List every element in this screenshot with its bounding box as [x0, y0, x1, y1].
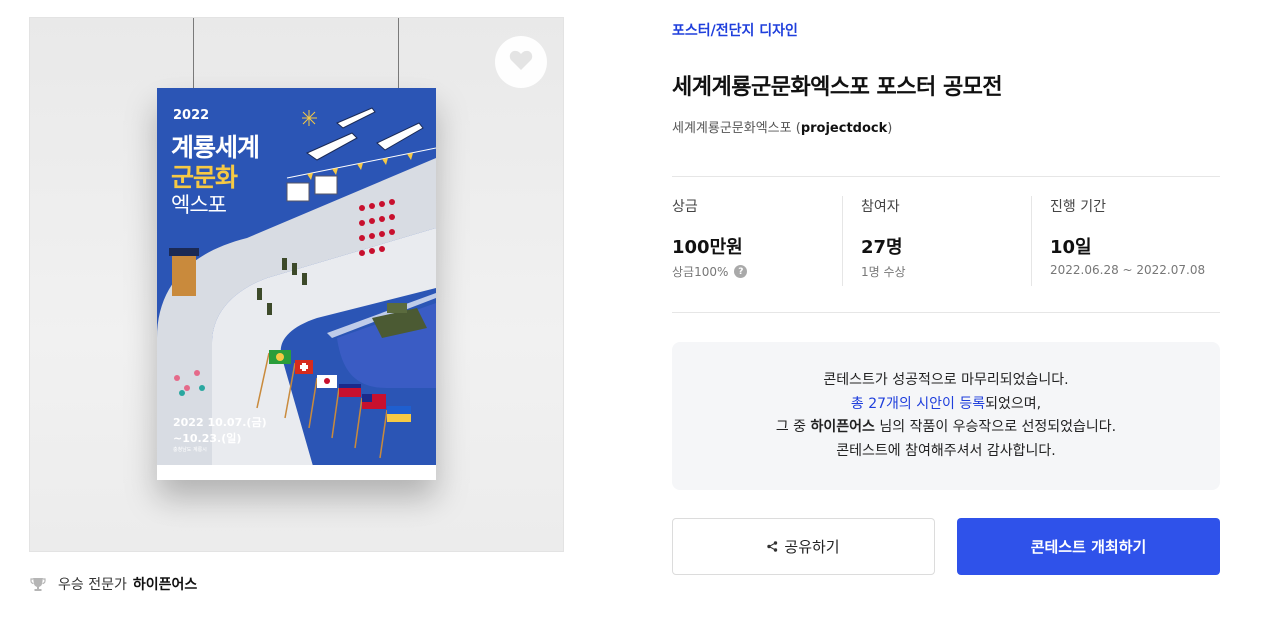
winner-name: 하이픈어스 [132, 577, 198, 593]
notice-line4: 콘테스트에 참여해주셔서 감사합니다. [836, 442, 1056, 459]
host-info: 세계계룡군문화엑스포 (projectdock) [672, 121, 893, 136]
contest-image: 2022 계룡세계 군문화 엑스포 2022 10.07.(금) ~10.23.… [29, 17, 564, 552]
poster-date-end: ~10.23.(일) [173, 432, 242, 445]
share-icon [767, 541, 778, 552]
notice-line3-post: 님의 작품이 우승작으로 선정되었습니다. [874, 419, 1117, 435]
stat-value: 27명 [861, 237, 903, 258]
category-link[interactable]: 포스터/전단지 디자인 [672, 20, 798, 40]
notice-winner-name: 하이픈어스 [810, 419, 875, 435]
submissions-link[interactable]: 총 27개의 시안이 등록 [851, 396, 985, 412]
host-contest-button[interactable]: 콘테스트 개최하기 [957, 518, 1220, 575]
poster-title-line3: 엑스포 [171, 193, 227, 217]
hanging-wire-right [398, 18, 399, 90]
stat-sub: 상금100% [672, 265, 729, 279]
favorite-button[interactable] [495, 36, 547, 88]
notice-line1: 콘테스트가 성공적으로 마무리되었습니다. [823, 372, 1069, 388]
stat-sub: 2022.06.28 ~ 2022.07.08 [1050, 263, 1206, 277]
stat-label: 상금 [672, 199, 698, 215]
winner-label: 우승 전문가 [58, 577, 127, 593]
contest-result-notice: 콘테스트가 성공적으로 마무리되었습니다. 총 27개의 시안이 등록되었으며,… [672, 342, 1220, 490]
host-handle: projectdock [800, 121, 888, 136]
stat-participants: 참여자 27명 1명 수상 [861, 196, 1031, 280]
share-label: 공유하기 [784, 538, 840, 556]
poster-date-start: 2022 10.07.(금) [173, 416, 267, 429]
contest-title: 세계계룡군문화엑스포 포스터 공모전 [672, 75, 1003, 100]
stat-duration: 진행 기간 10일 2022.06.28 ~ 2022.07.08 [1050, 196, 1220, 277]
divider-bottom [672, 312, 1220, 313]
poster-footer [157, 465, 436, 480]
share-button[interactable]: 공유하기 [672, 518, 935, 575]
stat-label: 진행 기간 [1050, 199, 1106, 215]
stat-prize: 상금 100만원 상금100%? [672, 196, 842, 280]
stat-divider [1031, 196, 1032, 286]
stat-sub: 1명 수상 [861, 265, 906, 279]
stat-value: 10일 [1050, 237, 1092, 258]
winner-info: 우승 전문가 하이픈어스 [30, 574, 197, 594]
poster-image: 2022 계룡세계 군문화 엑스포 2022 10.07.(금) ~10.23.… [157, 88, 436, 480]
notice-line3-pre: 그 중 [775, 419, 811, 435]
hanging-wire-left [193, 18, 194, 90]
notice-line2-rest: 되었으며, [985, 395, 1042, 412]
host-name: 세계계룡군문화엑스포 [672, 121, 792, 136]
trophy-icon [30, 576, 46, 592]
divider-top [672, 176, 1220, 177]
stat-divider [842, 196, 843, 286]
poster-location: 충청남도 계룡시 [173, 447, 207, 453]
heart-icon [509, 49, 533, 75]
stat-value: 100만원 [672, 237, 743, 258]
question-icon[interactable]: ? [734, 265, 748, 278]
poster-year: 2022 [173, 108, 210, 123]
stat-label: 참여자 [861, 199, 900, 215]
